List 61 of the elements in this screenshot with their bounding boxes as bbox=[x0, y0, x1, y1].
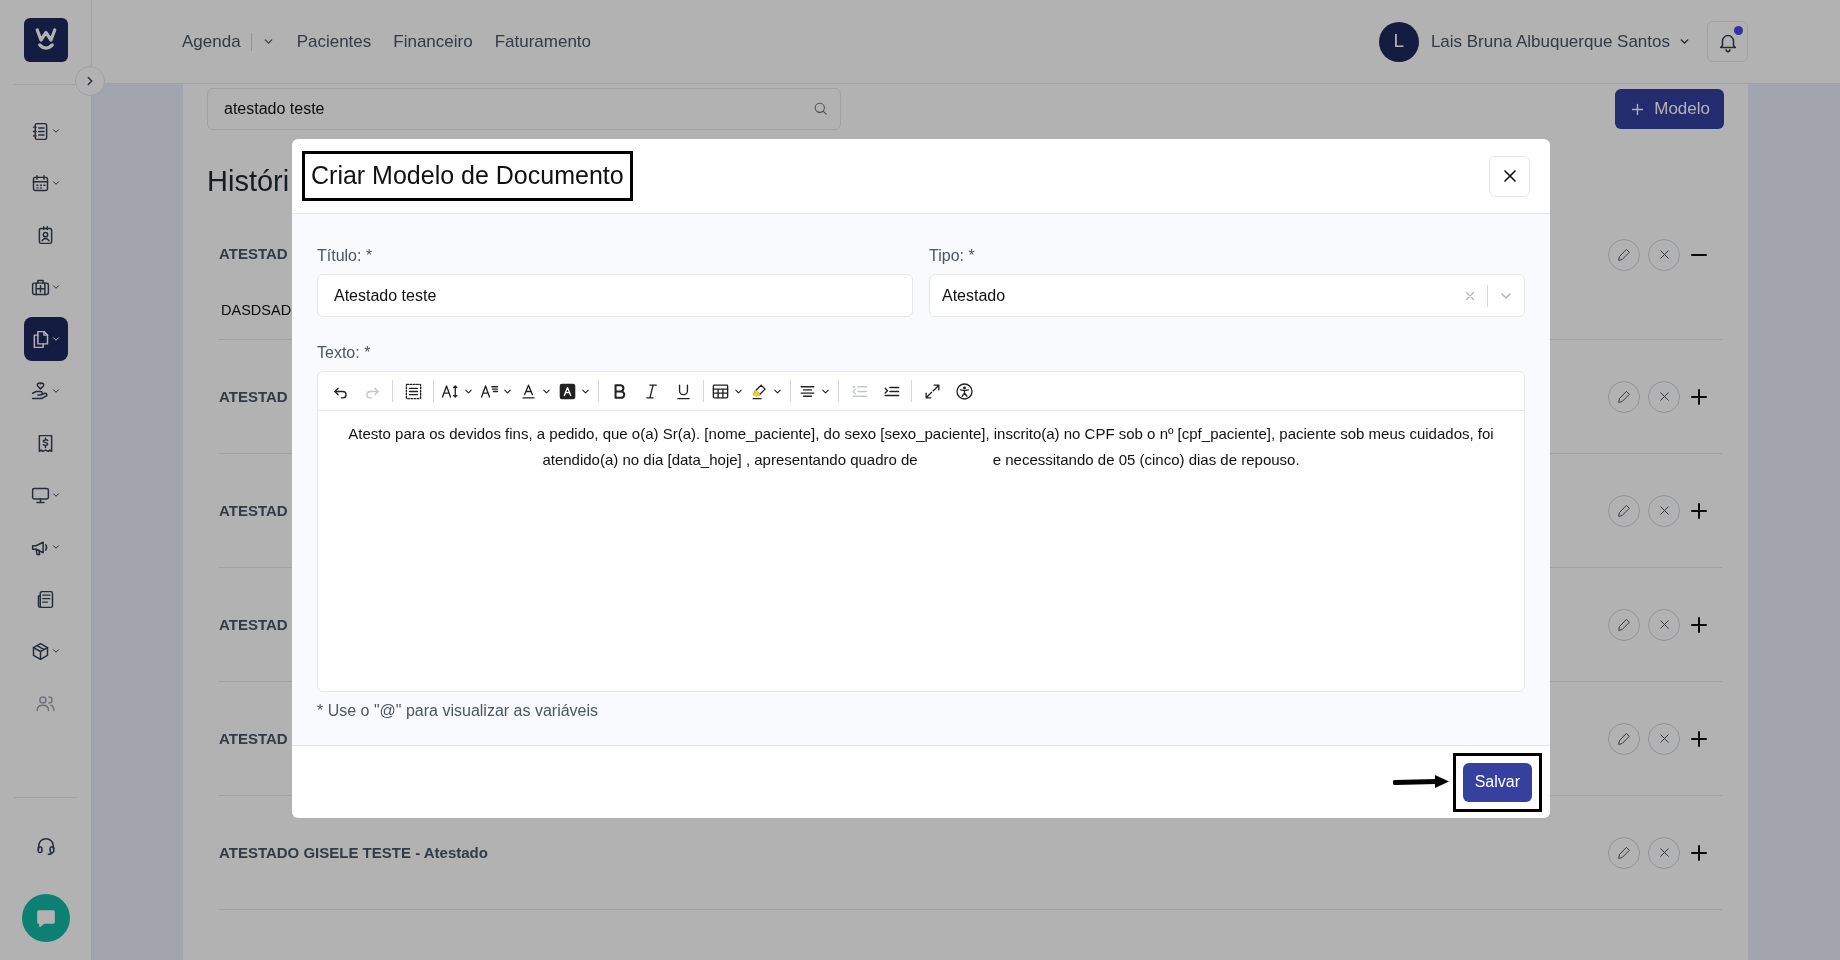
editor-text: Atesto para os devidos fins, a pedido, que o(a) Sr(a). [nome_paciente], do sexo [sexo_paciente], inscrito(a) no CPF sob o nº [cpf_paciente], paciente sob meus cuidados, foi atendido(a) no dia [data_hoje] , apresentando quadro de e necessitando de 05 (cinco) dias de repouso. bbox=[347, 424, 1495, 470]
field-label: Título: * bbox=[317, 246, 374, 266]
dialog-title: Criar Modelo de Documento bbox=[302, 151, 633, 201]
pencil-icon bbox=[1616, 388, 1632, 405]
title-input[interactable]: Atestado teste bbox=[317, 274, 913, 317]
plus-icon bbox=[1691, 388, 1707, 405]
pencil-icon bbox=[1616, 730, 1632, 747]
caret-icon bbox=[51, 334, 61, 344]
field-label: Texto: * bbox=[317, 343, 372, 363]
search-field[interactable]: atestado teste bbox=[207, 88, 841, 130]
logo-icon[interactable] bbox=[23, 18, 68, 62]
caret-icon bbox=[51, 542, 61, 552]
user-menu[interactable]: Lais Bruna Albuquerque Santos bbox=[1430, 28, 1691, 55]
expand-button[interactable] bbox=[1688, 616, 1710, 633]
plus-icon bbox=[1691, 502, 1707, 519]
hand-heart-icon bbox=[30, 380, 51, 402]
row-title: ATESTAD bbox=[219, 244, 288, 265]
pencil-icon bbox=[1616, 502, 1632, 519]
headset-icon bbox=[34, 835, 57, 857]
minus-icon bbox=[1691, 252, 1707, 257]
add-model-button[interactable]: Modelo bbox=[1615, 89, 1724, 129]
plus-icon bbox=[1691, 616, 1707, 633]
row-title: ATESTAD bbox=[219, 614, 288, 635]
helper-text: * Use o "@" para visualizar as variáveis bbox=[317, 701, 600, 721]
nav-link[interactable]: Agenda bbox=[182, 28, 275, 55]
nav-link[interactable]: Pacientes bbox=[296, 28, 372, 55]
notifications-button[interactable] bbox=[1707, 21, 1748, 62]
type-select[interactable]: Atestado bbox=[929, 274, 1525, 317]
plus-icon bbox=[1691, 730, 1707, 747]
nav-link[interactable]: Financeiro bbox=[393, 28, 473, 55]
caret-icon bbox=[51, 126, 61, 136]
calendar-icon bbox=[30, 172, 51, 194]
caret-icon bbox=[51, 646, 61, 656]
expand-button[interactable] bbox=[1688, 388, 1710, 405]
plus-icon bbox=[1691, 844, 1707, 861]
row-title: ATESTADO GISELE TESTE - Atestado bbox=[219, 842, 488, 863]
row-content: DASDSAD bbox=[220, 300, 293, 320]
sidebar-item[interactable] bbox=[23, 317, 68, 361]
newspaper-icon bbox=[35, 588, 56, 610]
pencil-icon bbox=[1616, 616, 1632, 633]
expand-button[interactable] bbox=[1688, 844, 1710, 861]
expand-button[interactable] bbox=[1688, 502, 1710, 519]
page-heading: Históri bbox=[207, 164, 290, 199]
package-icon bbox=[30, 640, 51, 662]
row-title: ATESTAD bbox=[219, 386, 288, 407]
pencil-icon bbox=[1616, 844, 1632, 861]
caret-icon bbox=[51, 282, 61, 292]
search-icon bbox=[812, 100, 829, 117]
field-label: Tipo: * bbox=[929, 246, 976, 266]
user-avatar: L bbox=[1378, 21, 1419, 62]
close-button[interactable] bbox=[1489, 155, 1530, 197]
caret-icon bbox=[51, 490, 61, 500]
nav-link[interactable]: Faturamento bbox=[494, 28, 592, 55]
save-button[interactable]: Salvar bbox=[1462, 762, 1532, 802]
pencil-icon bbox=[1616, 246, 1632, 263]
row-title: ATESTAD bbox=[219, 728, 288, 749]
row-title: ATESTAD bbox=[219, 500, 288, 521]
caret-icon bbox=[51, 178, 61, 188]
expand-button[interactable] bbox=[1688, 730, 1710, 747]
collapse-button[interactable] bbox=[1688, 252, 1710, 257]
caret-icon bbox=[51, 386, 61, 396]
